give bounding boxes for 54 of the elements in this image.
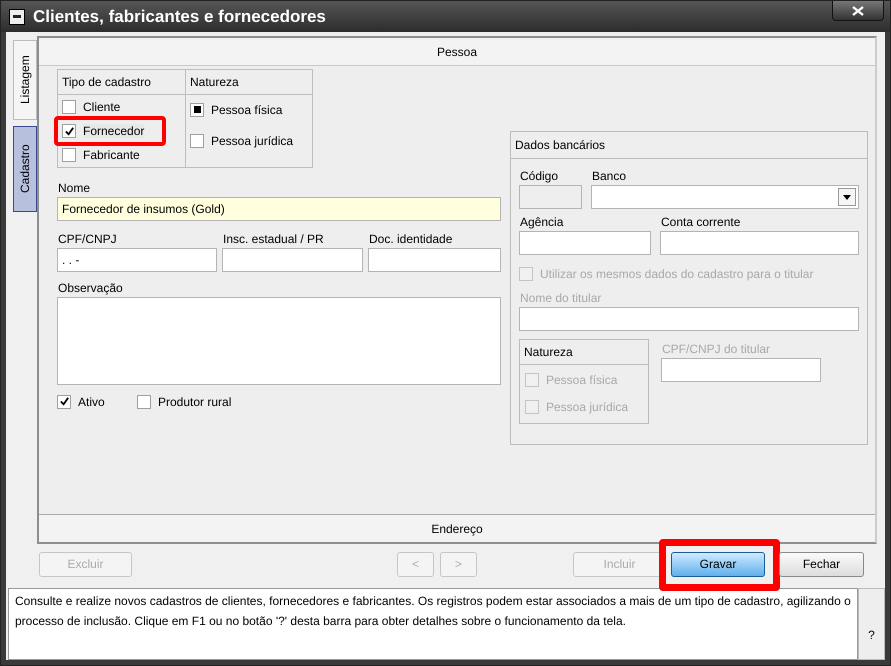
caret-icon — [843, 194, 851, 200]
input-field[interactable] — [368, 248, 501, 272]
close-icon — [852, 6, 864, 16]
input-field[interactable] — [519, 185, 582, 209]
button[interactable]: Gravar — [671, 552, 765, 576]
help-button[interactable]: ? — [858, 588, 885, 660]
dropdown-button[interactable] — [838, 188, 856, 206]
field-label: Código — [519, 168, 560, 183]
side-tab[interactable]: Cadastro — [13, 126, 37, 212]
option-label: Pessoa física — [211, 102, 282, 116]
input-field[interactable] — [519, 231, 651, 255]
field-label: Doc. identidade — [368, 231, 454, 246]
checkbox-label: Produtor rural — [158, 394, 232, 408]
option-label: Pessoa física — [546, 372, 618, 386]
field-label: Agência — [519, 214, 564, 229]
name-field[interactable]: Fornecedor de insumos (Gold) — [57, 197, 501, 221]
text-area[interactable] — [57, 297, 501, 385]
input-field[interactable] — [660, 231, 859, 255]
checkbox[interactable] — [62, 100, 76, 114]
help-text: Consulte e realize novos cadastros de clientes, fornecedores e fabricantes. Os registros podem estar associados a mais de um tipo de cadastro, agilizando o processo de inclusão. Clique em F1 ou no botão '?' desta barra para obter detalhes sobre o funcionamento da tela. — [8, 588, 858, 660]
option-label: Pessoa jurídica — [546, 400, 628, 414]
field-label: Nome — [57, 180, 92, 195]
input-field[interactable] — [519, 307, 859, 331]
checkbox[interactable] — [137, 394, 151, 408]
side-tab[interactable]: Listagem — [13, 40, 37, 120]
button[interactable]: Fechar — [779, 552, 864, 576]
field-label: Observação — [57, 280, 124, 295]
panel-title: Dados bancários — [511, 132, 867, 159]
checkbox[interactable] — [62, 148, 76, 162]
group-header: Natureza — [186, 70, 312, 95]
input-field[interactable] — [222, 248, 363, 272]
radio-box[interactable] — [190, 134, 204, 148]
group-header: Natureza — [520, 340, 648, 365]
field-label: Insc. estadual / PR — [222, 231, 325, 246]
checkbox-label: Fabricante — [83, 148, 140, 162]
checkbox-checked[interactable] — [62, 124, 76, 138]
field-label: Banco — [591, 168, 628, 183]
window-menu-icon[interactable] — [9, 8, 25, 24]
checkbox-label: Cliente — [83, 100, 120, 114]
checkbox-label: Fornecedor — [83, 124, 144, 138]
window-title: Clientes, fabricantes e fornecedores — [33, 6, 326, 26]
field-label: Nome do titular — [519, 290, 602, 305]
input-field[interactable]: . . - — [57, 248, 217, 272]
close-button[interactable] — [832, 1, 884, 21]
field-label: CPF/CNPJ do titular — [661, 341, 772, 356]
input-field[interactable] — [661, 358, 821, 382]
field-label: Conta corrente — [660, 214, 742, 229]
field-label: CPF/CNPJ — [57, 231, 118, 246]
option-label: Pessoa jurídica — [211, 134, 294, 148]
radio-box[interactable] — [190, 102, 204, 116]
checkbox-checked[interactable] — [57, 394, 71, 408]
group-header: Tipo de cadastro — [58, 70, 185, 95]
checkbox-label: Utilizar os mesmos dados do cadastro para o titular — [540, 266, 814, 280]
checkbox-label: Ativo — [78, 394, 105, 408]
